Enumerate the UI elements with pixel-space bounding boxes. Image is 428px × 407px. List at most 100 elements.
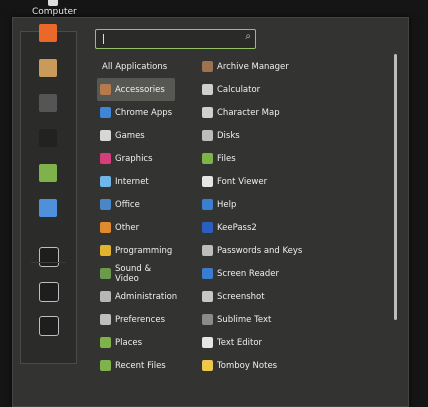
category-places[interactable]: Places [97,331,175,354]
category-label: Graphics [115,153,153,164]
app-screen-reader[interactable]: Screen Reader [202,262,392,285]
category-label: Administration [115,291,178,302]
app-files[interactable]: Files [202,147,392,170]
preferences-icon [100,314,111,325]
desktop-icon-label: Computer [32,7,77,17]
category-label: Other [115,222,140,233]
app-calculator[interactable]: Calculator [202,78,392,101]
category-programming[interactable]: Programming [97,239,175,262]
chrome-icon [100,107,111,118]
category-label: Accessories [115,84,165,95]
category-label: Internet [115,176,149,187]
sublime-icon [202,314,213,325]
app-keepass2[interactable]: KeePass2 [202,216,392,239]
category-sound-video[interactable]: Sound & Video [97,262,175,285]
scrollbar[interactable] [394,54,397,320]
sound-video-icon [100,268,111,279]
app-label: Sublime Text [217,314,272,325]
app-archive-manager[interactable]: Archive Manager [202,55,392,78]
notes-icon [202,360,213,371]
category-all-applications[interactable]: All Applications [97,55,175,78]
category-internet[interactable]: Internet [97,170,175,193]
app-label: Help [217,199,237,210]
folder-icon [100,337,111,348]
category-games[interactable]: Games [97,124,175,147]
office-icon [100,199,111,210]
app-font-viewer[interactable]: Font Viewer [202,170,392,193]
category-label: Office [115,199,140,210]
category-label: Places [115,337,143,348]
firefox-icon[interactable] [39,24,57,42]
search-field[interactable]: ⌕ [95,29,256,49]
category-label: Programming [115,245,173,256]
shutdown-icon[interactable] [39,316,59,336]
desktop-computer-icon[interactable]: Computer [32,0,77,17]
app-label: Character Map [217,107,280,118]
app-label: Font Viewer [217,176,268,187]
folder-icon [100,360,111,371]
help-icon [202,199,213,210]
app-passwords-and-keys[interactable]: Passwords and Keys [202,239,392,262]
folder-icon [202,153,213,164]
terminal-icon[interactable] [39,129,57,147]
disks-icon [202,130,213,141]
app-tomboy-notes[interactable]: Tomboy Notes [202,354,392,377]
category-graphics[interactable]: Graphics [97,147,175,170]
category-accessories[interactable]: Accessories [97,78,175,101]
text-editor-icon [202,337,213,348]
category-other[interactable]: Other [97,216,175,239]
app-screenshot[interactable]: Screenshot [202,285,392,308]
app-label: Files [217,153,236,164]
app-label: Screenshot [217,291,265,302]
category-office[interactable]: Office [97,193,175,216]
keys-icon [202,245,213,256]
app-label: Screen Reader [217,268,280,279]
category-label: Games [115,130,145,141]
app-character-map[interactable]: Character Map [202,101,392,124]
search-icon[interactable]: ⌕ [245,31,251,42]
app-text-editor[interactable]: Text Editor [202,331,392,354]
character-map-icon [202,107,213,118]
app-label: Text Editor [217,337,263,348]
accessories-icon [100,84,111,95]
category-preferences[interactable]: Preferences [97,308,175,331]
calculator-icon [202,84,213,95]
accessibility-icon [202,268,213,279]
favorites-separator [31,262,66,263]
app-help[interactable]: Help [202,193,392,216]
settings-icon[interactable] [39,94,57,112]
category-label: Recent Files [115,360,166,371]
category-label: All Applications [102,61,168,72]
favorites-sidebar [20,24,77,364]
app-label: Calculator [217,84,261,95]
other-icon [100,222,111,233]
app-disks[interactable]: Disks [202,124,392,147]
category-label: Chrome Apps [115,107,173,118]
folder-icon[interactable] [39,164,57,182]
graphics-icon [100,153,111,164]
screenshot-icon [202,291,213,302]
app-label: Passwords and Keys [217,245,303,256]
app-label: Disks [217,130,240,141]
application-list: Archive Manager Calculator Character Map Di… [202,55,392,377]
category-label: Sound & Video [115,263,152,284]
programming-icon [100,245,111,256]
keepass-icon [202,222,213,233]
category-chrome-apps[interactable]: Chrome Apps [97,101,175,124]
archive-icon [202,61,213,72]
lock-screen-icon[interactable] [39,247,59,267]
logout-icon[interactable] [39,282,59,302]
category-recent-files[interactable]: Recent Files [97,354,175,377]
internet-icon [100,176,111,187]
computer-icon [48,0,58,6]
category-list: All Applications Accessories Chrome Apps Ga… [97,55,178,377]
app-label: Archive Manager [217,61,289,72]
chrome-icon[interactable] [39,199,57,217]
package-icon[interactable] [39,59,57,77]
administration-icon [100,291,111,302]
app-label: Tomboy Notes [217,360,278,371]
app-label: KeePass2 [217,222,257,233]
application-menu: ⌕ All Applications Accessories Chrome Apps… [12,17,409,407]
category-administration[interactable]: Administration [97,285,178,308]
app-sublime-text[interactable]: Sublime Text [202,308,392,331]
